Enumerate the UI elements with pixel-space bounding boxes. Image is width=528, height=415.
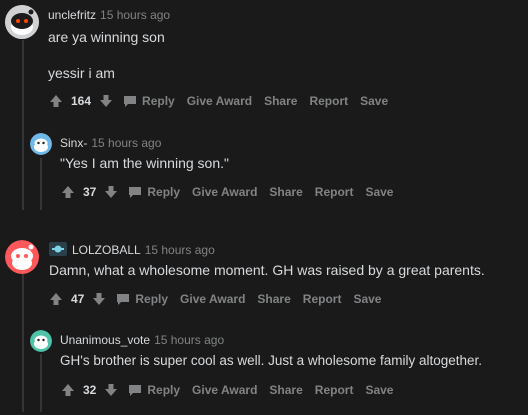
report-button[interactable]: Report: [315, 383, 354, 397]
comment-author[interactable]: unclefritz: [48, 8, 96, 22]
give-award-button[interactable]: Give Award: [192, 185, 257, 199]
thread-line[interactable]: [22, 272, 24, 412]
upvote-arrow-icon[interactable]: [49, 94, 63, 108]
comment-meta: LOLZOBALL 15 hours ago: [49, 242, 215, 257]
reply-button[interactable]: Reply: [128, 185, 180, 199]
comment-body-line: yessir i am: [48, 65, 115, 81]
upvote-arrow-icon[interactable]: [49, 292, 63, 306]
share-button[interactable]: Share: [269, 383, 302, 397]
downvote-arrow-icon[interactable]: [104, 185, 118, 199]
snoo-avatar-gray-icon[interactable]: [5, 5, 39, 39]
speech-bubble-icon: [128, 185, 142, 199]
speech-bubble-icon: [116, 292, 130, 306]
comment-actions: 164 Reply Give Award Share Report Save: [49, 94, 400, 108]
comment-author[interactable]: Sinx-: [60, 136, 87, 150]
speech-bubble-icon: [123, 94, 137, 108]
downvote-arrow-icon[interactable]: [99, 94, 113, 108]
comment-score: 32: [83, 383, 97, 397]
report-button[interactable]: Report: [309, 94, 348, 108]
give-award-button[interactable]: Give Award: [180, 292, 245, 306]
comment-actions: 47 Reply Give Award Share Report Save: [49, 292, 393, 306]
downvote-arrow-icon[interactable]: [104, 383, 118, 397]
comment-timestamp[interactable]: 15 hours ago: [91, 136, 161, 150]
save-button[interactable]: Save: [360, 94, 388, 108]
save-button[interactable]: Save: [353, 292, 381, 306]
comment-author[interactable]: LOLZOBALL: [72, 243, 141, 257]
upvote-arrow-icon[interactable]: [61, 185, 75, 199]
give-award-button[interactable]: Give Award: [192, 383, 257, 397]
comment-meta: unclefritz 15 hours ago: [48, 8, 170, 22]
comment-timestamp[interactable]: 15 hours ago: [100, 8, 170, 22]
comment-meta: Unanimous_vote 15 hours ago: [60, 333, 224, 347]
reply-label: Reply: [135, 292, 169, 306]
share-button[interactable]: Share: [269, 185, 302, 199]
comment-body-line: "Yes I am the winning son.": [60, 155, 229, 171]
comment-timestamp[interactable]: 15 hours ago: [145, 243, 215, 257]
comment-meta: Sinx- 15 hours ago: [60, 136, 161, 150]
downvote-arrow-icon[interactable]: [92, 292, 106, 306]
reply-button[interactable]: Reply: [123, 94, 175, 108]
comment-score: 47: [71, 292, 85, 306]
user-flair-icon: [49, 242, 67, 256]
comment-body-line: Damn, what a wholesome moment. GH was ra…: [49, 262, 485, 278]
share-button[interactable]: Share: [257, 292, 290, 306]
reply-button[interactable]: Reply: [128, 383, 180, 397]
comment-body-line: are ya winning son: [48, 29, 165, 45]
reply-label: Reply: [147, 185, 181, 199]
reply-label: Reply: [142, 94, 175, 108]
save-button[interactable]: Save: [365, 383, 393, 397]
comment-score: 164: [71, 94, 92, 108]
comment-score: 37: [83, 185, 97, 199]
save-button[interactable]: Save: [365, 185, 393, 199]
report-button[interactable]: Report: [303, 292, 342, 306]
snoo-avatar-red-icon[interactable]: [5, 240, 39, 274]
share-button[interactable]: Share: [264, 94, 297, 108]
thread-line[interactable]: [40, 158, 42, 210]
reply-label: Reply: [147, 383, 181, 397]
snoo-avatar-teal-icon[interactable]: [30, 330, 52, 352]
give-award-button[interactable]: Give Award: [187, 94, 252, 108]
comment-actions: 37 Reply Give Award Share Report Save: [61, 185, 405, 199]
report-button[interactable]: Report: [315, 185, 354, 199]
comment-timestamp[interactable]: 15 hours ago: [154, 333, 224, 347]
comment-body-line: GH's brother is super cool as well. Just…: [60, 353, 483, 368]
upvote-arrow-icon[interactable]: [61, 383, 75, 397]
thread-line[interactable]: [22, 40, 24, 210]
comment-actions: 32 Reply Give Award Share Report Save: [61, 383, 405, 397]
comment-author[interactable]: Unanimous_vote: [60, 333, 150, 347]
thread-line[interactable]: [40, 354, 42, 412]
speech-bubble-icon: [128, 383, 142, 397]
snoo-avatar-blue-icon[interactable]: [30, 133, 52, 155]
reply-button[interactable]: Reply: [116, 292, 168, 306]
